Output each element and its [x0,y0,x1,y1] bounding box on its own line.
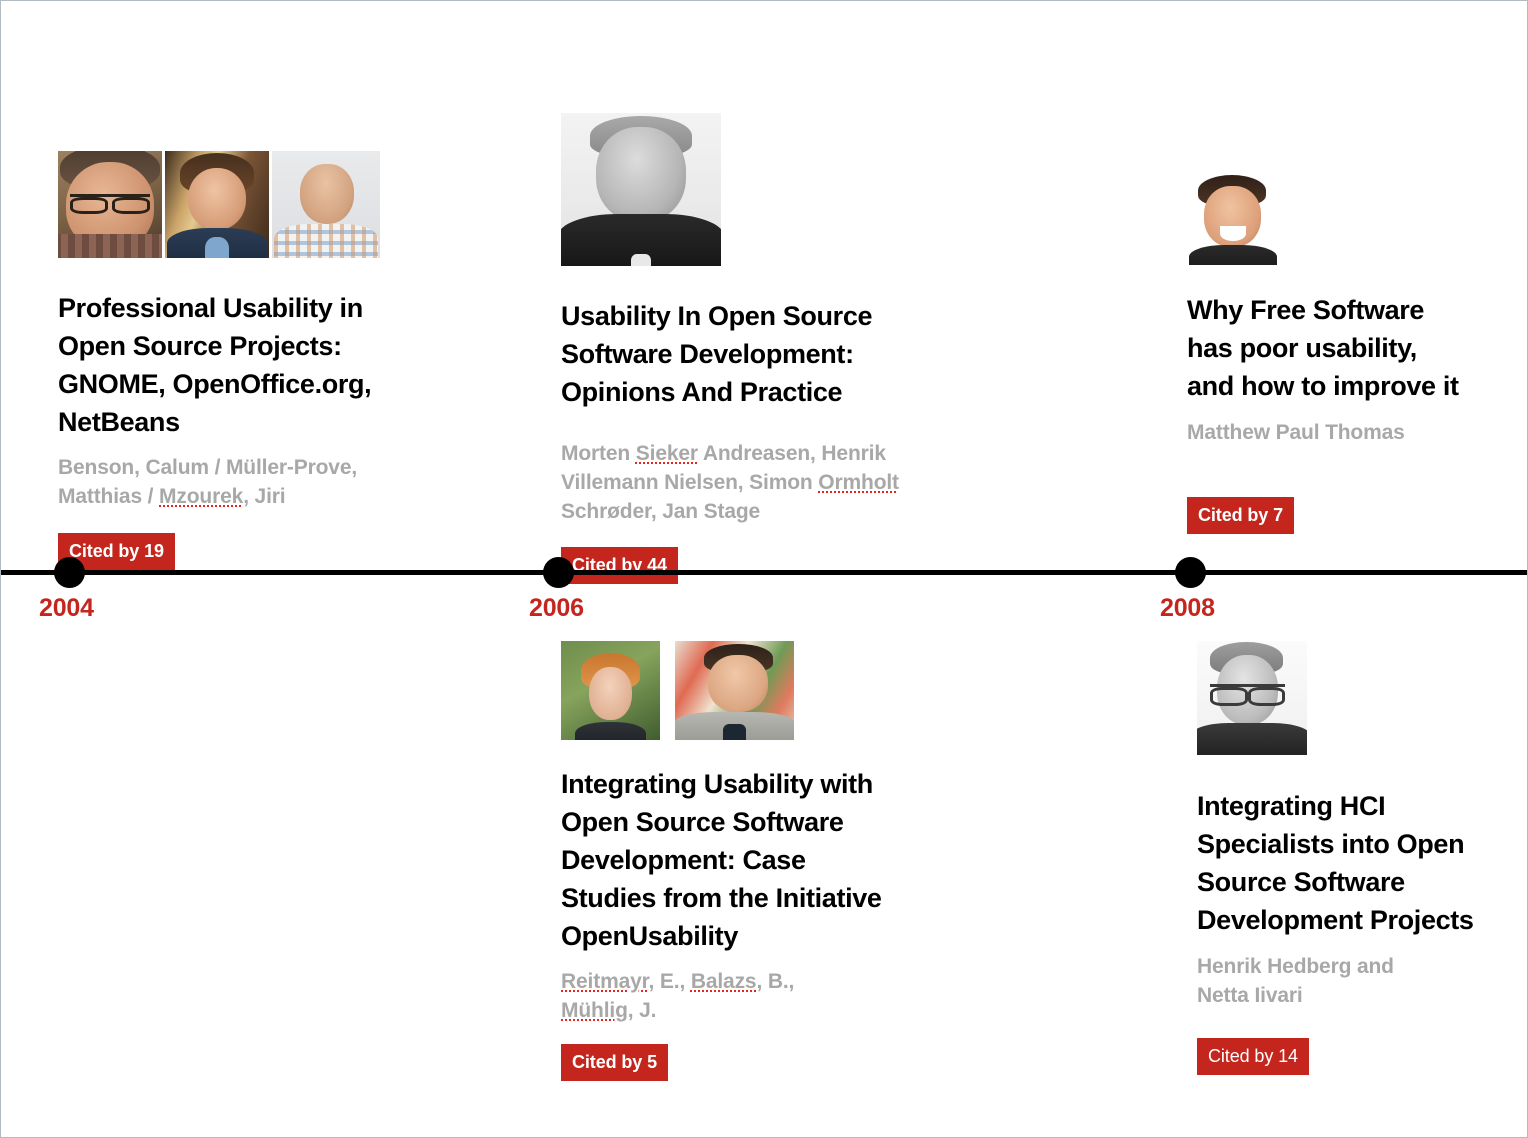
title-line: Source Software [1197,867,1405,898]
author-fragment-misspelled: Mühlig [561,999,628,1023]
entry-card-professional-usability[interactable]: Professional Usability in Open Source Pr… [58,151,478,571]
entry-card-integrating-hci-specialists[interactable]: Integrating HCI Specialists into Open So… [1197,641,1527,1076]
portrait-muller-prove-matthias [165,151,269,258]
cited-by-wrap: Cited by 19 [58,533,478,571]
timeline-marker-2004[interactable] [54,557,85,588]
author-fragment-misspelled: Reitmayr [561,970,649,994]
portrait-group [561,641,991,740]
cited-by-wrap: Cited by 14 [1197,1038,1527,1076]
portrait-balazs-b [675,641,794,740]
title-line: GNOME, OpenOffice.org, [58,369,372,400]
entry-authors: Morten Sieker Andreasen, Henrik Villeman… [561,440,966,527]
year-label-2004: 2004 [39,594,94,622]
cited-by-badge[interactable]: Cited by 7 [1187,497,1295,535]
title-line: Software Development: [561,339,854,370]
timeline-axis [1,570,1527,575]
author-fragment: , Jiri [243,485,286,509]
title-line: Integrating Usability with [561,769,873,799]
title-line: Integrating HCI [1197,791,1386,821]
title-line: Open Source Software [561,807,844,838]
entry-title: Integrating Usability with Open Source S… [561,765,961,955]
cited-by-badge[interactable]: Cited by 44 [561,547,678,585]
title-line: Specialists into Open [1197,829,1465,860]
entry-authors: Benson, Calum / Müller-Prove, Matthias /… [58,454,453,512]
entry-card-usability-opinions-practice[interactable]: Usability In Open Source Software Develo… [561,113,981,585]
portrait-benson-calum [58,151,162,258]
author-fragment: , J. [627,999,657,1023]
title-line: Studies from the Initiative [561,883,882,914]
portrait-matthew-paul-thomas [1187,173,1279,265]
author-fragment: Villemann Nielsen, Simon [561,471,819,495]
entry-title: Why Free Software has poor usability, an… [1187,291,1507,405]
author-fragment: Andreasen, Henrik [697,442,886,466]
title-line: NetBeans [58,407,180,438]
portrait-morten-sieker-andreasen [561,113,721,266]
title-line: Opinions And Practice [561,377,843,408]
author-fragment-misspelled: Sieker [635,442,698,466]
timeline-marker-2008[interactable] [1175,557,1206,588]
title-line: Usability In Open Source [561,301,873,331]
entry-card-why-free-software[interactable]: Why Free Software has poor usability, an… [1187,173,1517,535]
title-line: and how to improve it [1187,371,1459,402]
portrait-group [1197,641,1527,755]
entry-title: Usability In Open Source Software Develo… [561,297,961,411]
cited-by-badge[interactable]: Cited by 14 [1197,1038,1309,1076]
author-fragment-misspelled: Balazs [690,970,757,994]
portrait-group [58,151,478,258]
entry-title: Professional Usability in Open Source Pr… [58,289,443,441]
entry-authors: Henrik Hedberg and Netta Iivari [1197,953,1522,1011]
portrait-group [561,113,981,266]
title-line: Development: Case [561,845,806,876]
author-fragment: Benson, Calum / Müller-Prove, [58,456,358,480]
title-line: Professional Usability in [58,293,363,323]
entry-title: Integrating HCI Specialists into Open So… [1197,787,1522,939]
author-fragment: Matthias / [58,485,160,509]
author-fragment: Morten [561,442,636,466]
author-fragment: , B., [756,970,795,994]
portrait-group [1187,173,1517,265]
timeline-canvas: Professional Usability in Open Source Pr… [0,0,1528,1138]
year-label-2008: 2008 [1160,594,1215,622]
timeline-marker-2006[interactable] [543,557,574,588]
title-line: OpenUsability [561,921,738,952]
author-fragment: Matthew Paul Thomas [1187,421,1405,445]
cited-by-wrap: Cited by 5 [561,1044,991,1082]
title-line: Open Source Projects: [58,331,342,362]
cited-by-badge[interactable]: Cited by 5 [561,1044,669,1082]
portrait-mzourek-jiri [272,151,380,258]
cited-by-wrap: Cited by 44 [561,547,981,585]
title-line: Development Projects [1197,905,1474,936]
portrait-reitmayr-e [561,641,660,740]
author-fragment: Netta Iivari [1197,984,1303,1008]
entry-card-integrating-usability-openusability[interactable]: Integrating Usability with Open Source S… [561,641,991,1082]
portrait-henrik-hedberg [1197,641,1307,755]
year-label-2006: 2006 [529,594,584,622]
entry-authors: Reitmayr, E., Balazs, B., Mühlig, J. [561,968,961,1026]
cited-by-wrap: Cited by 7 [1187,497,1517,535]
entry-authors: Matthew Paul Thomas [1187,419,1507,448]
author-fragment: , E., [648,970,691,994]
author-fragment: Schrøder, Jan Stage [561,500,761,524]
author-fragment: Henrik Hedberg and [1197,955,1394,979]
author-fragment-misspelled: Mzourek [159,485,244,509]
title-line: has poor usability, [1187,333,1417,364]
title-line: Why Free Software [1187,295,1425,325]
author-fragment-misspelled: Ormholt [818,471,899,495]
